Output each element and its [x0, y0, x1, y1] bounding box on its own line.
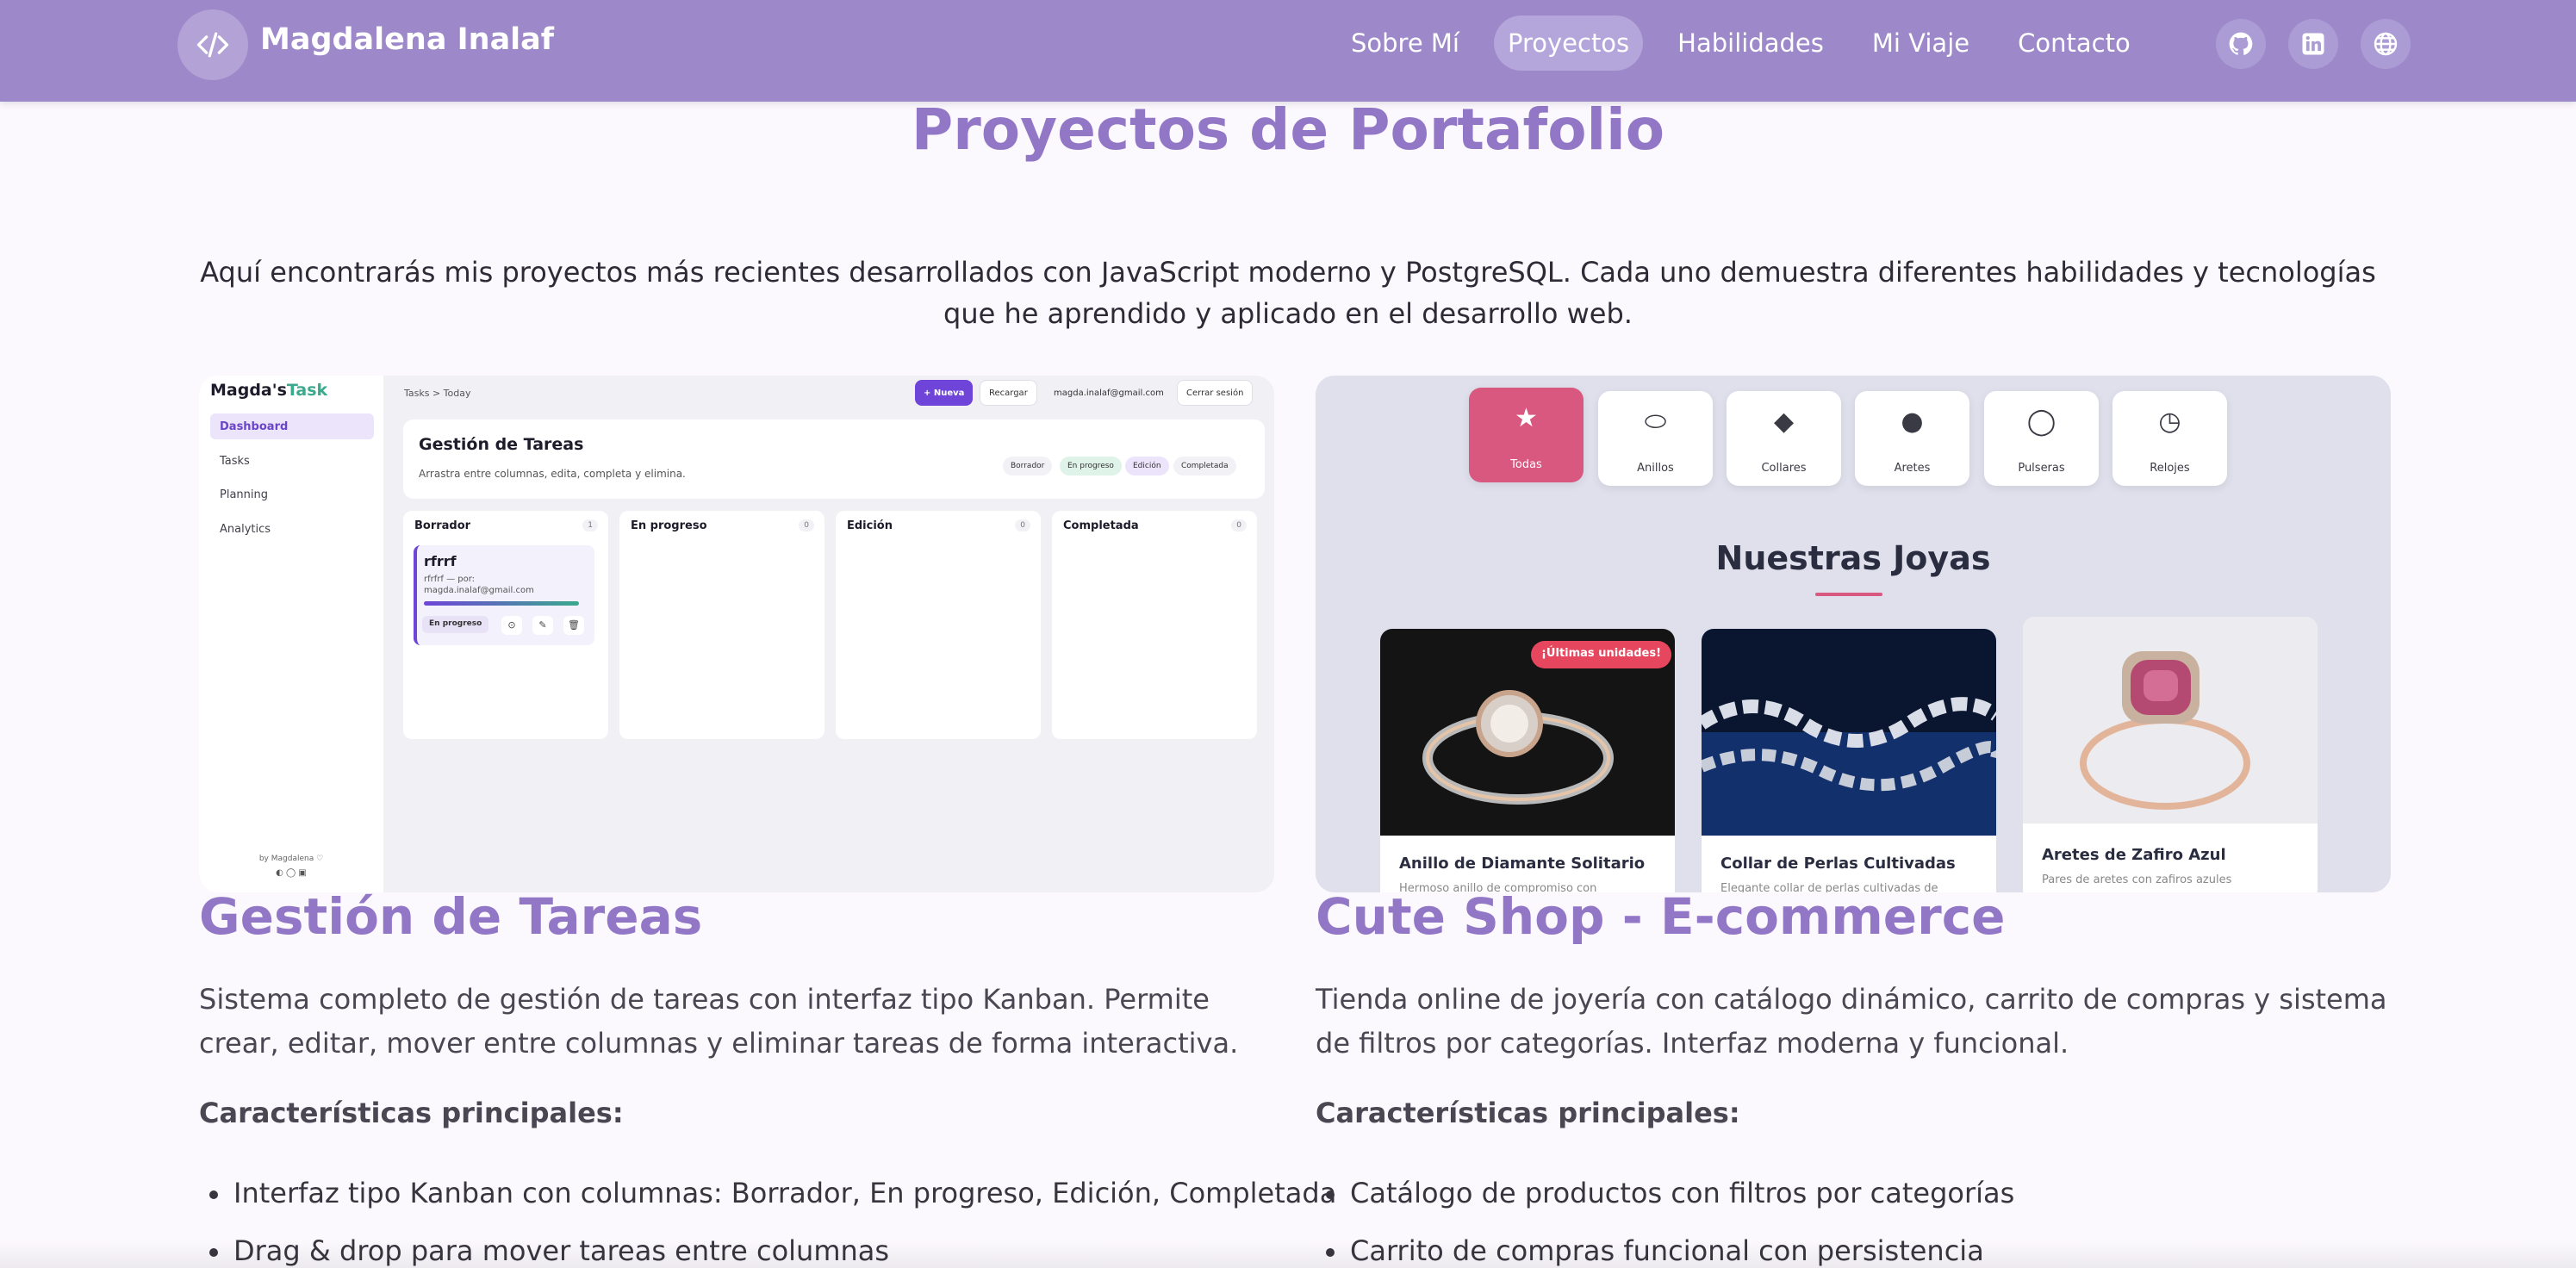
logout-button[interactable]: Cerrar sesión [1177, 380, 1254, 406]
scroll-fade [0, 1240, 2576, 1268]
badge-borrador: Borrador [1003, 457, 1053, 476]
sidebar-item-tasks[interactable]: Tasks [210, 448, 374, 474]
task-header-card: Gestión de Tareas Arrastra entre columna… [403, 420, 1265, 499]
nav-link-habilidades[interactable]: Habilidades [1664, 16, 1838, 71]
ring-icon: ⬭ [1644, 407, 1667, 437]
complete-icon[interactable]: ⊙ [501, 616, 522, 635]
shop-preview[interactable]: ★ Todas ⬭ Anillos ◆ Collares ● Aretes ◯ … [1316, 376, 2391, 892]
kanban-column-completada: Completada 0 [1052, 511, 1257, 739]
column-count: 0 [1015, 519, 1030, 531]
product-description: Pares de aretes con zafiros azules [2042, 873, 2232, 886]
gem-icon: ◆ [1773, 407, 1795, 437]
column-title: Borrador [414, 519, 471, 532]
nav-link-contacto[interactable]: Contacto [2004, 16, 2144, 71]
product-card[interactable]: ¡Últimas unidades! Anillo de Diamante So… [1380, 629, 1675, 892]
category-relojes[interactable]: ◷ Relojes [2112, 391, 2227, 486]
task-app-logo: Magda'sTask [210, 381, 328, 400]
category-label: Pulseras [2018, 462, 2065, 475]
task-title: rfrrf [424, 553, 457, 569]
product-card[interactable]: Aretes de Zafiro Azul Pares de aretes co… [2023, 617, 2318, 892]
heading-underline [1815, 593, 1882, 596]
project-title-shop: Cute Shop - E-commerce [1316, 887, 2006, 946]
new-task-button[interactable]: + Nueva [915, 380, 974, 406]
category-label: Anillos [1637, 462, 1674, 475]
category-label: Todas [1510, 458, 1542, 471]
section-title: Proyectos de Portafolio [911, 96, 1665, 163]
product-image-necklace [1702, 629, 1996, 836]
category-anillos[interactable]: ⬭ Anillos [1598, 391, 1713, 486]
product-card[interactable]: Collar de Perlas Cultivadas Elegante col… [1702, 629, 1996, 892]
category-collares[interactable]: ◆ Collares [1727, 391, 1841, 486]
nav-link-sobre-mi[interactable]: Sobre Mí [1337, 16, 1473, 71]
code-logo-icon[interactable] [177, 9, 248, 80]
sidebar-item-analytics[interactable]: Analytics [210, 516, 374, 542]
column-count: 1 [582, 519, 598, 531]
task-card-subtitle: Arrastra entre columnas, edita, completa… [419, 468, 686, 480]
edit-icon[interactable]: ✎ [532, 616, 553, 635]
product-image-sapphire [2023, 617, 2318, 824]
list-item: Interfaz tipo Kanban con columnas: Borra… [199, 1165, 1336, 1222]
project-title-tareas: Gestión de Tareas [199, 887, 703, 946]
kanban-column-borrador: Borrador 1 rfrrf rfrfrf — por: magda.ina… [403, 511, 608, 739]
circle-icon: ● [1901, 407, 1924, 437]
nav-link-mi-viaje[interactable]: Mi Viaje [1858, 16, 1983, 71]
delete-icon[interactable]: 🗑 [563, 616, 584, 635]
section-intro: Aquí encontrarás mis proyectos más recie… [200, 256, 2376, 330]
kanban-column-en-progreso: En progreso 0 [619, 511, 824, 739]
category-aretes[interactable]: ● Aretes [1855, 391, 1969, 486]
features-heading-shop: Características principales: [1316, 1097, 1740, 1129]
task-card[interactable]: rfrrf rfrfrf — por: magda.inalaf@gmail.c… [414, 545, 594, 645]
column-count: 0 [1231, 519, 1247, 531]
nav-link-proyectos[interactable]: Proyectos [1493, 16, 1644, 71]
clock-icon: ◷ [2158, 407, 2181, 437]
kanban-column-edicion: Edición 0 [836, 511, 1041, 739]
task-state-select[interactable]: En progreso [422, 616, 489, 633]
column-title: Completada [1063, 519, 1139, 532]
category-label: Aretes [1894, 462, 1931, 475]
project-description-tareas: Sistema completo de gestión de tareas co… [199, 983, 1239, 1060]
user-email: magda.inalaf@gmail.com [1054, 388, 1164, 398]
column-title: En progreso [631, 519, 707, 532]
sidebar-footer-icons: ◐ ◯ ▣ [276, 868, 307, 878]
features-heading-tareas: Características principales: [199, 1097, 624, 1129]
shop-heading: Nuestras Joyas [1715, 539, 1991, 577]
stock-badge: ¡Últimas unidades! [1531, 641, 1672, 668]
project-description-shop: Tienda online de joyería con catálogo di… [1316, 983, 2387, 1060]
linkedin-icon[interactable] [2288, 19, 2338, 69]
category-pulseras[interactable]: ◯ Pulseras [1984, 391, 2099, 486]
list-item: Catálogo de productos con filtros por ca… [1316, 1165, 2392, 1222]
task-progress-bar [424, 601, 579, 606]
badge-completada: Completada [1173, 457, 1236, 476]
sidebar-item-dashboard[interactable]: Dashboard [210, 413, 374, 439]
badge-en-progreso: En progreso [1060, 457, 1122, 476]
product-name: Collar de Perlas Cultivadas [1720, 855, 1956, 873]
product-name: Aretes de Zafiro Azul [2042, 846, 2226, 864]
github-icon[interactable] [2216, 19, 2266, 69]
product-name: Anillo de Diamante Solitario [1399, 855, 1646, 873]
sidebar-item-planning[interactable]: Planning [210, 482, 374, 507]
bracelet-icon: ◯ [2026, 407, 2056, 437]
nav-links: Sobre Mí Proyectos Habilidades Mi Viaje … [1337, 14, 2165, 72]
breadcrumb: Tasks > Today [404, 388, 471, 399]
task-card-title: Gestión de Tareas [419, 435, 584, 454]
column-title: Edición [847, 519, 893, 532]
reload-button[interactable]: Recargar [980, 380, 1037, 406]
badge-edicion: Edición [1125, 457, 1169, 476]
task-app-preview[interactable]: Magda'sTask Dashboard Tasks Planning Ana… [199, 376, 1274, 892]
sidebar-footer: by Magdalena ♡ [258, 855, 324, 863]
top-nav: Magdalena Inalaf Sobre Mí Proyectos Habi… [0, 0, 2576, 102]
brand-name[interactable]: Magdalena Inalaf [260, 22, 554, 57]
task-sidebar: Magda'sTask Dashboard Tasks Planning Ana… [199, 376, 383, 892]
star-icon: ★ [1515, 403, 1538, 433]
column-count: 0 [799, 519, 814, 531]
globe-icon[interactable] [2361, 19, 2411, 69]
category-label: Relojes [2150, 462, 2190, 475]
task-subtitle: rfrfrf — por: magda.inalaf@gmail.com [424, 575, 534, 595]
category-label: Collares [1761, 462, 1807, 475]
category-todas[interactable]: ★ Todas [1469, 388, 1584, 482]
